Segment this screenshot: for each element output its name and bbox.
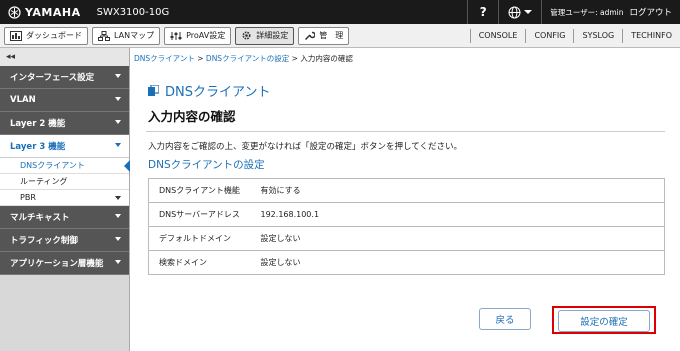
top-bar: YAMAHA SWX3100-10G ? 管理ユーザー: admin ログアウト: [0, 0, 680, 24]
back-button[interactable]: 戻る: [479, 308, 531, 330]
sidebar-item-label: インターフェース設定: [10, 73, 95, 83]
tab-label: 管 理: [319, 31, 344, 40]
sidebar: ◂◂ インターフェース設定 VLAN Layer 2 機能 Layer 3 機能…: [0, 48, 130, 351]
breadcrumb-current: 入力内容の確認: [300, 54, 353, 63]
sidebar-subitem-pbr[interactable]: PBR: [0, 190, 129, 206]
sidebar-item-layer2[interactable]: Layer 2 機能: [0, 112, 129, 135]
chevron-down-icon: [115, 120, 121, 124]
table-row: DNSサーバーアドレス 192.168.100.1: [148, 202, 665, 227]
sidebar-subitem-routing[interactable]: ルーティング: [0, 174, 129, 190]
sidebar-subitem-label: DNSクライアント: [20, 161, 85, 170]
config-link[interactable]: CONFIG: [525, 28, 573, 43]
yamaha-emblem-icon: [8, 5, 21, 19]
help-button[interactable]: ?: [468, 5, 498, 19]
chevron-down-icon: [115, 196, 121, 200]
collapse-sidebar-button[interactable]: ◂◂: [0, 48, 129, 66]
breadcrumb-separator: >: [194, 54, 206, 63]
sidebar-item-label: VLAN: [10, 95, 36, 105]
tab-label: LANマップ: [114, 31, 155, 40]
section-title: DNSクライアントの設定: [148, 159, 265, 171]
current-user: 管理ユーザー: admin: [550, 7, 624, 17]
breadcrumb: DNSクライアント > DNSクライアントの設定 > 入力内容の確認: [134, 53, 353, 64]
chevron-down-icon: [524, 10, 533, 14]
page-title: DNSクライアント: [165, 85, 271, 100]
tab-management[interactable]: 管 理: [298, 26, 350, 45]
setting-key: 検索ドメイン: [148, 250, 251, 275]
sidebar-item-label: トラフィック制御: [10, 236, 78, 246]
dashboard-icon: [10, 30, 22, 41]
setting-key: デフォルトドメイン: [148, 226, 251, 251]
tab-dashboard[interactable]: ダッシュボード: [4, 26, 88, 45]
chevron-down-icon: [115, 214, 121, 218]
yamaha-logo: YAMAHA: [8, 6, 81, 19]
tab-lan-map[interactable]: LANマップ: [92, 26, 161, 45]
chevron-down-icon: [115, 74, 121, 78]
console-link[interactable]: CONSOLE: [469, 28, 526, 43]
tab-label: ダッシュボード: [26, 31, 82, 40]
breadcrumb-link-dns-settings[interactable]: DNSクライアントの設定: [206, 54, 289, 63]
tab-proav[interactable]: ProAV設定: [164, 26, 232, 45]
proav-icon: [170, 31, 182, 40]
sidebar-subitem-label: ルーティング: [20, 177, 68, 186]
techinfo-link[interactable]: TECHINFO: [622, 28, 680, 43]
sidebar-subitem-label: PBR: [20, 193, 36, 202]
setting-key: DNSクライアント機能: [159, 186, 240, 195]
tab-label: 詳細設定: [256, 31, 289, 40]
table-row: デフォルトドメイン 設定しない: [148, 226, 665, 251]
chevron-down-icon: [115, 260, 121, 264]
language-button[interactable]: [499, 6, 541, 19]
breadcrumb-link-dns-client[interactable]: DNSクライアント: [134, 54, 195, 63]
divider: [146, 131, 665, 132]
chevron-down-icon: [115, 143, 121, 147]
chevron-down-icon: [115, 237, 121, 241]
main-content: DNSクライアント > DNSクライアントの設定 > 入力内容の確認 DNSクラ…: [131, 48, 680, 351]
sidebar-item-interface-settings[interactable]: インターフェース設定: [0, 66, 129, 89]
lan-map-icon: [98, 30, 110, 41]
sidebar-subitem-dns-client[interactable]: DNSクライアント: [0, 158, 130, 174]
syslog-link[interactable]: SYSLOG: [573, 28, 622, 43]
instruction-text: 入力内容をご確認の上、変更がなければ「設定の確定」ボタンを押してください。: [148, 142, 462, 152]
main-tab-bar: ダッシュボード LANマップ ProAV設定 詳細設定 管 理 CONSOLE …: [0, 24, 680, 48]
setting-value: 有効にする: [260, 186, 301, 195]
wrench-icon: [305, 31, 316, 41]
sidebar-item-traffic-control[interactable]: トラフィック制御: [0, 229, 129, 252]
setting-value: 192.168.100.1: [250, 202, 665, 227]
table-row: DNSクライアント機能 有効にする: [149, 179, 665, 203]
table-row: 検索ドメイン 設定しない: [148, 250, 665, 275]
page-title-icon: [148, 85, 159, 96]
tab-advanced-settings[interactable]: 詳細設定: [235, 26, 295, 45]
setting-value: 設定しない: [250, 250, 665, 275]
tab-label: ProAV設定: [186, 31, 226, 40]
settings-table: DNSクライアント機能 有効にする DNSサーバーアドレス 192.168.100.…: [148, 178, 665, 275]
sidebar-item-vlan[interactable]: VLAN: [0, 89, 129, 112]
sidebar-item-multicast[interactable]: マルチキャスト: [0, 206, 129, 229]
sidebar-item-label: Layer 3 機能: [10, 142, 66, 152]
globe-icon: [508, 6, 521, 18]
logout-link[interactable]: ログアウト: [629, 6, 680, 18]
confirm-highlight-box: 設定の確定: [552, 306, 656, 334]
model-name: SWX3100-10G: [96, 6, 170, 18]
page-heading: DNSクライアント: [148, 81, 270, 100]
chevron-down-icon: [115, 97, 121, 101]
sidebar-item-label: Layer 2 機能: [10, 119, 66, 129]
setting-key: DNSサーバーアドレス: [148, 202, 251, 227]
page-subtitle: 入力内容の確認: [148, 109, 236, 124]
sidebar-item-layer3[interactable]: Layer 3 機能: [0, 135, 129, 158]
gear-icon: [242, 31, 251, 40]
setting-value: 設定しない: [250, 226, 665, 251]
sidebar-item-label: アプリケーション層機能: [10, 259, 104, 269]
breadcrumb-separator: >: [289, 54, 301, 63]
sidebar-item-application-layer[interactable]: アプリケーション層機能: [0, 252, 129, 275]
confirm-settings-button[interactable]: 設定の確定: [558, 310, 650, 332]
sidebar-item-label: マルチキャスト: [10, 213, 70, 223]
logo-text: YAMAHA: [25, 5, 81, 19]
